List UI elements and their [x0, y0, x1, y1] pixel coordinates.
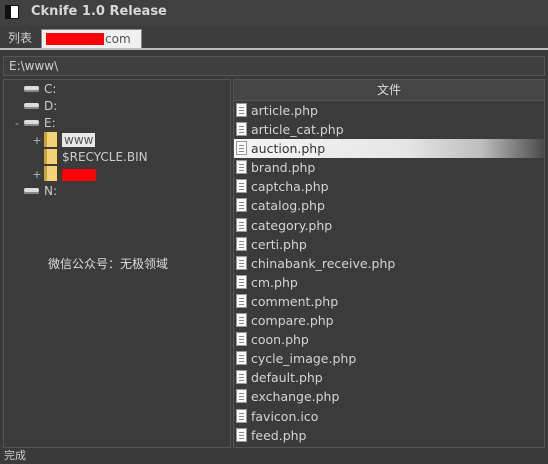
collapse-toggle[interactable]: -	[12, 115, 22, 132]
expand-toggle[interactable]: +	[32, 166, 42, 183]
file-row[interactable]: comment.php	[234, 292, 544, 311]
file-row[interactable]: brand.php	[234, 158, 544, 177]
tree-node-label: $RECYCLE.BIN	[62, 150, 148, 164]
file-row[interactable]: exchange.php	[234, 387, 544, 406]
file-icon	[236, 122, 247, 137]
file-icon	[236, 160, 247, 175]
file-icon	[236, 313, 247, 328]
tree-node-drive-c[interactable]: C:	[24, 81, 56, 98]
expand-toggle[interactable]: +	[32, 132, 42, 149]
tree-node-drive-e[interactable]: - E:	[15, 115, 56, 132]
file-icon	[236, 217, 247, 232]
tree-node-label: C:	[44, 82, 57, 96]
file-name: compare.php	[251, 313, 334, 329]
file-name: default.php	[251, 370, 323, 386]
window-title: Cknife 1.0 Release	[31, 4, 167, 19]
drive-icon	[24, 102, 39, 109]
file-name: category.php	[251, 217, 333, 233]
file-row[interactable]: article_cat.php	[234, 120, 544, 139]
tree-node-redacted[interactable]: +	[32, 166, 96, 183]
file-row[interactable]: compare.php	[234, 311, 544, 330]
column-header-file[interactable]: 文件	[234, 80, 544, 101]
file-icon	[236, 274, 247, 289]
file-row[interactable]: article.php	[234, 101, 544, 120]
file-icon	[236, 236, 247, 251]
file-icon	[236, 351, 247, 366]
directory-tree[interactable]: C: D: - E: + www $RECYCLE.BIN + N: 微信公众号…	[3, 79, 231, 448]
file-row[interactable]: favicon.ico	[234, 407, 544, 426]
tree-node-drive-n[interactable]: N:	[24, 183, 57, 200]
app-icon	[5, 5, 19, 19]
redacted-folder-name	[62, 168, 96, 181]
tree-node-label: N:	[44, 184, 58, 198]
file-name: coon.php	[251, 332, 309, 348]
file-icon	[236, 255, 247, 270]
tab-list[interactable]: 列表	[3, 29, 39, 48]
file-name: cm.php	[251, 274, 298, 290]
file-name: comment.php	[251, 293, 339, 309]
file-row[interactable]: feed.php	[234, 426, 544, 445]
file-name: catalog.php	[251, 198, 325, 214]
file-row[interactable]: category.php	[234, 216, 544, 235]
file-icon	[236, 408, 247, 423]
redacted-hostname	[46, 32, 104, 45]
file-icon	[236, 198, 247, 213]
tree-node-www[interactable]: + www	[32, 132, 96, 149]
file-icon	[236, 293, 247, 308]
file-row[interactable]: certi.php	[234, 235, 544, 254]
drive-icon	[24, 119, 39, 126]
file-list: article.php article_cat.php auction.php bra…	[234, 101, 544, 445]
file-row[interactable]: catalog.php	[234, 196, 544, 215]
tab-list-label: 列表	[8, 31, 33, 45]
folder-icon	[44, 132, 57, 147]
file-name: brand.php	[251, 160, 316, 176]
file-name: favicon.ico	[251, 408, 319, 424]
file-row[interactable]: coon.php	[234, 330, 544, 349]
folder-icon	[44, 149, 57, 164]
file-list-panel[interactable]: 文件 article.php article_cat.php auction.php…	[233, 79, 545, 448]
file-name: article_cat.php	[251, 122, 344, 138]
tree-node-recycle-bin[interactable]: $RECYCLE.BIN	[44, 149, 148, 166]
file-name: auction.php	[251, 141, 326, 157]
tab-bar: 列表 com	[0, 26, 548, 50]
watermark-text: 微信公众号：无极领域	[48, 257, 169, 271]
file-name: certi.php	[251, 236, 307, 252]
file-icon	[236, 103, 247, 117]
file-icon	[236, 427, 247, 442]
file-row[interactable]: default.php	[234, 368, 544, 387]
file-name: chinabank_receive.php	[251, 255, 396, 271]
folder-icon	[44, 166, 57, 181]
file-name: captcha.php	[251, 179, 329, 195]
status-bar: 完成	[0, 448, 548, 464]
file-name: feed.php	[251, 427, 307, 443]
tab-host[interactable]: com	[41, 29, 142, 48]
file-row[interactable]: cycle_image.php	[234, 349, 544, 368]
file-icon	[236, 179, 247, 194]
file-icon	[236, 370, 247, 385]
file-name: exchange.php	[251, 389, 340, 405]
tree-node-label: E:	[44, 116, 56, 130]
file-name: article.php	[251, 103, 318, 118]
path-input[interactable]: E:\www\	[3, 56, 545, 76]
file-icon	[236, 389, 247, 404]
tree-node-label: www	[62, 133, 96, 147]
tab-host-label: com	[105, 32, 131, 46]
file-row[interactable]: chinabank_receive.php	[234, 254, 544, 273]
tree-node-label: D:	[44, 99, 58, 113]
title-bar: Cknife 1.0 Release	[0, 0, 548, 26]
drive-icon	[24, 85, 39, 92]
file-row[interactable]: cm.php	[234, 273, 544, 292]
drive-icon	[24, 187, 39, 194]
file-icon	[236, 141, 247, 156]
file-name: cycle_image.php	[251, 351, 357, 367]
file-row[interactable]: captcha.php	[234, 177, 544, 196]
file-icon	[236, 332, 247, 347]
file-row[interactable]: auction.php	[234, 139, 544, 159]
tree-node-drive-d[interactable]: D:	[24, 98, 57, 115]
